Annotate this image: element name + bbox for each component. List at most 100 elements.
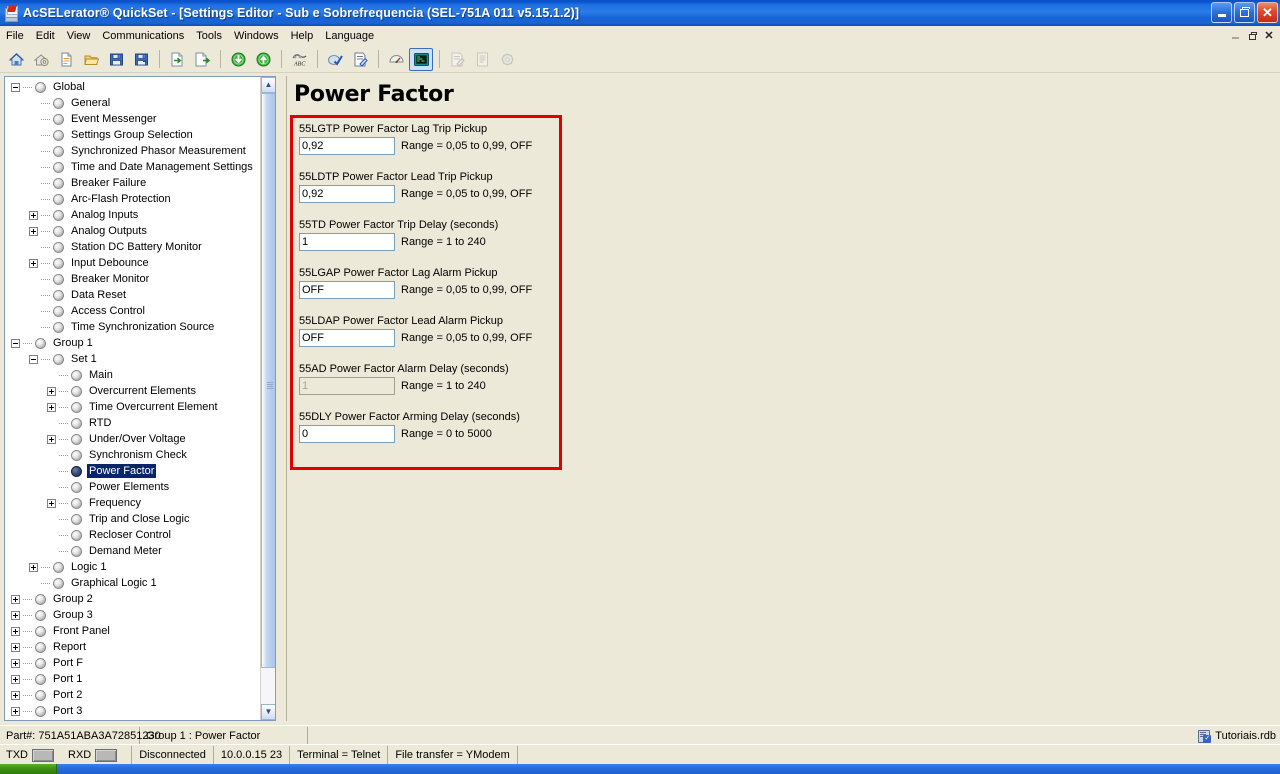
expand-icon[interactable] xyxy=(11,706,20,716)
expand-icon[interactable] xyxy=(29,562,38,572)
expand-icon[interactable] xyxy=(29,258,38,268)
tree-item-time-overcurrent-element[interactable]: Time Overcurrent Element xyxy=(5,399,261,415)
menu-windows[interactable]: Windows xyxy=(228,28,285,44)
minimize-button[interactable] xyxy=(1211,2,1232,23)
home-icon[interactable] xyxy=(4,48,28,71)
tree-item-demand-meter[interactable]: Demand Meter xyxy=(5,543,261,559)
tree-item-set-1[interactable]: Set 1 xyxy=(5,351,261,367)
tree-item-port-3[interactable]: Port 3 xyxy=(5,703,261,719)
expand-icon[interactable] xyxy=(47,386,56,396)
tree-item-port-f[interactable]: Port F xyxy=(5,655,261,671)
expand-icon[interactable] xyxy=(29,210,38,220)
expand-icon[interactable] xyxy=(11,658,20,668)
setting-input-55lgap[interactable] xyxy=(299,281,395,299)
open-folder-icon[interactable] xyxy=(79,48,103,71)
tree-item-event-messenger[interactable]: Event Messenger xyxy=(5,111,261,127)
scroll-up-button[interactable]: ▲ xyxy=(261,77,275,93)
tree-item-trip-and-close-logic[interactable]: Trip and Close Logic xyxy=(5,511,261,527)
tree-item-input-debounce[interactable]: Input Debounce xyxy=(5,255,261,271)
save-icon[interactable] xyxy=(104,48,128,71)
tree-item-group-2[interactable]: Group 2 xyxy=(5,591,261,607)
tree-item-overcurrent-elements[interactable]: Overcurrent Elements xyxy=(5,383,261,399)
tree-item-synchronism-check[interactable]: Synchronism Check xyxy=(5,447,261,463)
scroll-down-button[interactable]: ▼ xyxy=(261,704,275,720)
tree-scrollbar[interactable]: ▲ ▼ xyxy=(260,77,275,720)
tree-item-recloser-control[interactable]: Recloser Control xyxy=(5,527,261,543)
tree-item-time-and-date-management-settings[interactable]: Time and Date Management Settings xyxy=(5,159,261,175)
mdi-close-button[interactable]: ✕ xyxy=(1261,28,1277,43)
validate-check-icon[interactable] xyxy=(323,48,347,71)
scrollbar-thumb[interactable] xyxy=(261,93,275,668)
import-icon[interactable] xyxy=(165,48,189,71)
expand-icon[interactable] xyxy=(47,498,56,508)
new-file-icon[interactable] xyxy=(54,48,78,71)
tree-item-rtd[interactable]: RTD xyxy=(5,415,261,431)
menu-language[interactable]: Language xyxy=(319,28,380,44)
tree-item-frequency[interactable]: Frequency xyxy=(5,495,261,511)
tree-item-breaker-failure[interactable]: Breaker Failure xyxy=(5,175,261,191)
setting-input-55ldtp[interactable] xyxy=(299,185,395,203)
tree-item-data-reset[interactable]: Data Reset xyxy=(5,287,261,303)
expand-icon[interactable] xyxy=(47,434,56,444)
spell-check-abc-icon[interactable]: ABC xyxy=(287,48,311,71)
setting-input-55ldap[interactable] xyxy=(299,329,395,347)
menu-edit[interactable]: Edit xyxy=(30,28,61,44)
tree-item-group-3[interactable]: Group 3 xyxy=(5,607,261,623)
tree-item-station-dc-battery-monitor[interactable]: Station DC Battery Monitor xyxy=(5,239,261,255)
expand-icon[interactable] xyxy=(11,594,20,604)
settings-tree[interactable]: Global General Event Messenger Settings Gro… xyxy=(5,77,261,720)
setting-input-55lgtp[interactable] xyxy=(299,137,395,155)
save-as-icon[interactable] xyxy=(129,48,153,71)
setting-input-55td[interactable] xyxy=(299,233,395,251)
tree-item-main[interactable]: Main xyxy=(5,367,261,383)
expand-icon[interactable] xyxy=(29,226,38,236)
tree-item-access-control[interactable]: Access Control xyxy=(5,303,261,319)
tree-item-group-1[interactable]: Group 1 xyxy=(5,335,261,351)
setting-input-55dly[interactable] xyxy=(299,425,395,443)
menu-tools[interactable]: Tools xyxy=(190,28,228,44)
download-icon[interactable] xyxy=(226,48,250,71)
export-icon[interactable] xyxy=(190,48,214,71)
collapse-icon[interactable] xyxy=(11,82,20,92)
tree-item-arc-flash-protection[interactable]: Arc-Flash Protection xyxy=(5,191,261,207)
report-edit-icon[interactable] xyxy=(348,48,372,71)
tree-item-power-factor[interactable]: Power Factor xyxy=(5,463,261,479)
mdi-restore-button[interactable] xyxy=(1244,28,1260,43)
tree-item-front-panel[interactable]: Front Panel xyxy=(5,623,261,639)
start-button[interactable] xyxy=(0,764,57,774)
tree-item-graphical-logic-1[interactable]: Graphical Logic 1 xyxy=(5,575,261,591)
tree-item-analog-inputs[interactable]: Analog Inputs xyxy=(5,207,261,223)
tree-item-settings-group-selection[interactable]: Settings Group Selection xyxy=(5,127,261,143)
collapse-icon[interactable] xyxy=(11,338,20,348)
tree-item-general[interactable]: General xyxy=(5,95,261,111)
taskbar-area[interactable] xyxy=(57,764,1280,774)
tree-item-breaker-monitor[interactable]: Breaker Monitor xyxy=(5,271,261,287)
expand-icon[interactable] xyxy=(47,402,56,412)
tree-item-logic-1[interactable]: Logic 1 xyxy=(5,559,261,575)
tree-item-under-over-voltage[interactable]: Under/Over Voltage xyxy=(5,431,261,447)
expand-icon[interactable] xyxy=(11,690,20,700)
tree-item-port-2[interactable]: Port 2 xyxy=(5,687,261,703)
expand-icon[interactable] xyxy=(11,626,20,636)
tree-item-port-1[interactable]: Port 1 xyxy=(5,671,261,687)
tree-item-time-synchronization-source[interactable]: Time Synchronization Source xyxy=(5,319,261,335)
close-button[interactable]: ✕ xyxy=(1257,2,1278,23)
menu-communications[interactable]: Communications xyxy=(96,28,190,44)
expand-icon[interactable] xyxy=(11,674,20,684)
restore-button[interactable] xyxy=(1234,2,1255,23)
collapse-icon[interactable] xyxy=(29,354,38,364)
device-settings-icon[interactable] xyxy=(29,48,53,71)
tree-item-analog-outputs[interactable]: Analog Outputs xyxy=(5,223,261,239)
mdi-minimize-button[interactable] xyxy=(1227,28,1243,43)
tree-item-report[interactable]: Report xyxy=(5,639,261,655)
menu-help[interactable]: Help xyxy=(285,28,320,44)
menu-view[interactable]: View xyxy=(61,28,97,44)
expand-icon[interactable] xyxy=(11,610,20,620)
tree-item-global[interactable]: Global xyxy=(5,79,261,95)
upload-icon[interactable] xyxy=(251,48,275,71)
meter-gauge-icon[interactable] xyxy=(384,48,408,71)
tree-item-power-elements[interactable]: Power Elements xyxy=(5,479,261,495)
expand-icon[interactable] xyxy=(11,642,20,652)
tree-item-synchronized-phasor-measurement[interactable]: Synchronized Phasor Measurement xyxy=(5,143,261,159)
terminal-icon[interactable] xyxy=(409,47,433,71)
